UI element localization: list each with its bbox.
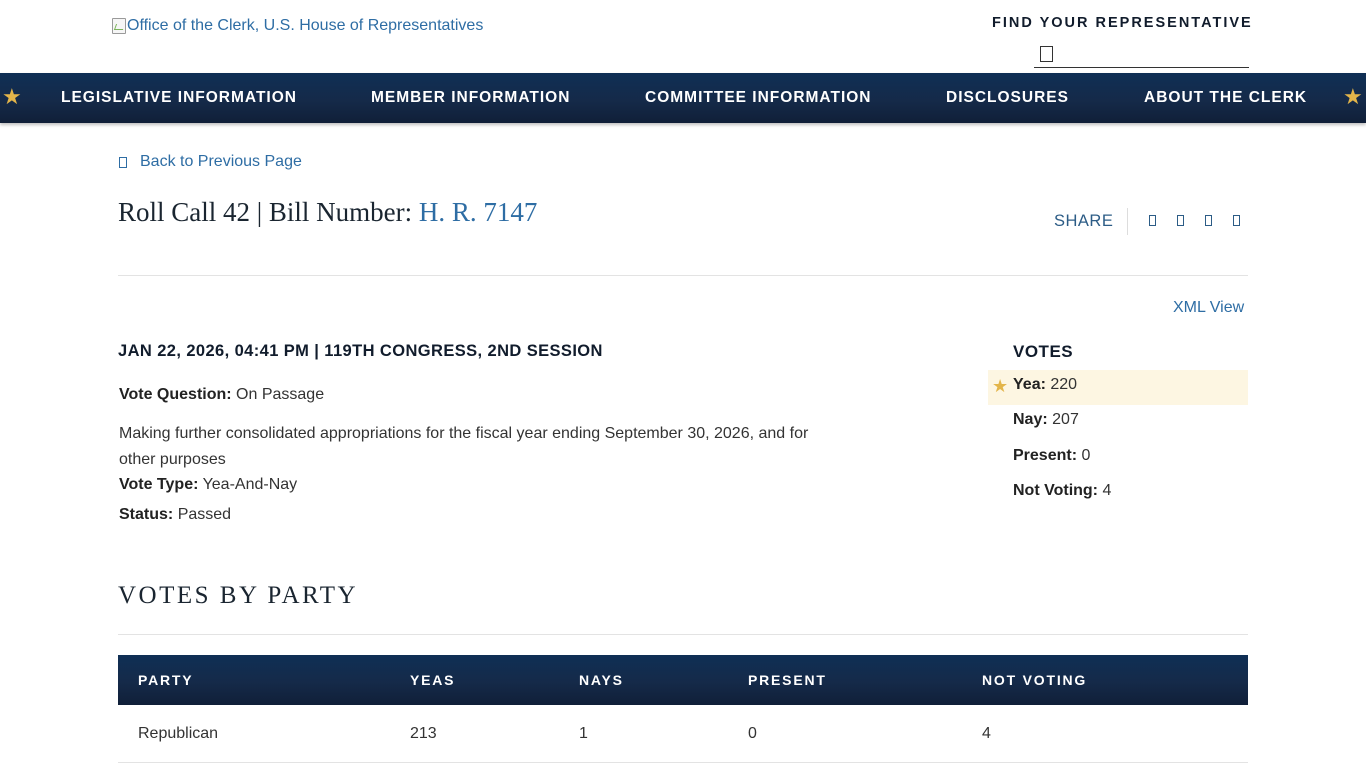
- table-header: PARTY YEAS NAYS PRESENT NOT VOTING: [118, 655, 1248, 705]
- search-icon[interactable]: [1040, 45, 1053, 62]
- nav-item-about-the-clerk[interactable]: ABOUT THE CLERK: [1144, 89, 1307, 107]
- nav-item-member-information[interactable]: MEMBER INFORMATION: [371, 89, 570, 107]
- twitter-icon[interactable]: [1177, 215, 1184, 226]
- bill-description: Making further consolidated appropriatio…: [119, 425, 809, 468]
- roll-call-title: Roll Call 42 | Bill Number:: [118, 197, 419, 227]
- vote-status: Status: Passed: [119, 506, 231, 524]
- vote-total-yea: ★ Yea: 220: [988, 370, 1248, 405]
- vote-total-label: Not Voting:: [1013, 482, 1099, 499]
- back-to-previous-page-link[interactable]: Back to Previous Page: [119, 153, 302, 171]
- votes-by-party-heading: VOTES BY PARTY: [118, 582, 359, 609]
- vote-question-label: Vote Question:: [119, 386, 232, 403]
- clerk-logo[interactable]: Office of the Clerk, U.S. House of Repre…: [112, 17, 483, 35]
- chevron-left-icon: [119, 156, 127, 168]
- email-icon[interactable]: [1205, 215, 1212, 226]
- vote-total-label: Present:: [1013, 447, 1078, 464]
- vote-type-label: Vote Type:: [119, 476, 199, 493]
- logo-alt-text: Office of the Clerk, U.S. House of Repre…: [127, 17, 484, 34]
- vote-total-value: 207: [1052, 411, 1079, 428]
- vote-total-not-voting: Not Voting: 4: [988, 476, 1248, 511]
- nav-item-legislative-information[interactable]: LEGISLATIVE INFORMATION: [61, 89, 297, 107]
- page-title: Roll Call 42 | Bill Number: H. R. 7147: [118, 197, 537, 228]
- back-link-label: Back to Previous Page: [140, 153, 302, 170]
- party-nays: 1: [579, 725, 588, 742]
- divider: [118, 634, 1248, 635]
- vote-question: Vote Question: On Passage: [119, 386, 324, 404]
- divider: [118, 275, 1248, 276]
- bill-number-link[interactable]: H. R. 7147: [419, 197, 538, 227]
- column-header-yeas: YEAS: [410, 672, 456, 688]
- nav-item-disclosures[interactable]: DISCLOSURES: [946, 89, 1069, 107]
- share-divider: [1127, 208, 1128, 235]
- party-yeas: 213: [410, 725, 437, 742]
- vote-total-present: Present: 0: [988, 441, 1248, 476]
- find-representative-search[interactable]: [1034, 38, 1249, 68]
- main-navigation: ★ LEGISLATIVE INFORMATION MEMBER INFORMA…: [0, 73, 1366, 123]
- vote-total-value: 4: [1102, 482, 1112, 499]
- party-present: 0: [748, 725, 757, 742]
- party-name: Republican: [138, 725, 219, 742]
- column-header-not-voting: NOT VOTING: [982, 672, 1088, 688]
- vote-status-label: Status:: [119, 506, 174, 523]
- star-icon: ★: [992, 376, 1009, 396]
- share-label: SHARE: [1054, 212, 1114, 230]
- table-row: Republican 213 1 0 4: [118, 705, 1248, 763]
- vote-date-session: JAN 22, 2026, 04:41 PM | 119TH CONGRESS,…: [118, 342, 603, 360]
- votes-heading: VOTES: [1013, 342, 1074, 361]
- print-icon[interactable]: [1233, 215, 1240, 226]
- vote-total-label: Nay:: [1013, 411, 1048, 428]
- vote-question-value: On Passage: [236, 386, 325, 403]
- vote-type: Vote Type: Yea-And-Nay: [119, 476, 297, 494]
- column-header-nays: NAYS: [579, 672, 624, 688]
- vote-total-value: 220: [1050, 376, 1078, 393]
- column-header-present: PRESENT: [748, 672, 827, 688]
- find-representative-label: FIND YOUR REPRESENTATIVE: [992, 15, 1253, 31]
- party-not-voting: 4: [982, 725, 991, 742]
- star-icon: ★: [2, 84, 22, 109]
- broken-image-icon: [112, 18, 126, 34]
- xml-view-link[interactable]: XML View: [1173, 299, 1244, 317]
- representative-search-input[interactable]: [1053, 39, 1249, 66]
- column-header-party: PARTY: [138, 672, 194, 688]
- vote-total-nay: Nay: 207: [988, 405, 1248, 440]
- vote-total-value: 0: [1081, 447, 1091, 464]
- star-icon: ★: [1343, 84, 1363, 109]
- vote-total-label: Yea:: [1013, 376, 1046, 393]
- vote-type-value: Yea-And-Nay: [202, 476, 298, 493]
- vote-status-value: Passed: [177, 506, 232, 523]
- nav-item-committee-information[interactable]: COMMITTEE INFORMATION: [645, 89, 872, 107]
- facebook-icon[interactable]: [1149, 215, 1156, 226]
